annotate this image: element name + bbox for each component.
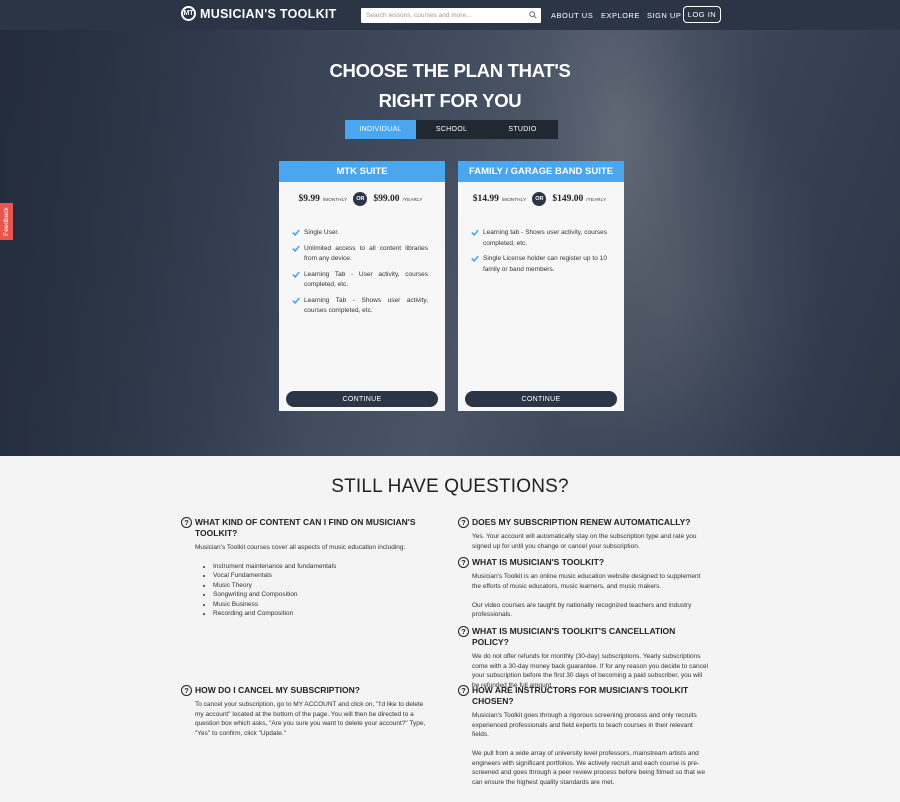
faq-answer: To cancel your subscription, go to MY AC… [195, 701, 426, 737]
login-button[interactable]: LOG IN [683, 6, 721, 23]
faq-item-renew: ? DOES MY SUBSCRIPTION RENEW AUTOMATICALL… [458, 517, 708, 551]
check-icon [292, 297, 300, 304]
question-icon: ? [458, 626, 469, 637]
feature-item: Single License holder can register up to… [471, 254, 607, 275]
feature-item: Learning Tab - User activity, courses co… [292, 270, 428, 291]
nav-link-explore[interactable]: EXPLORE [601, 11, 640, 20]
check-icon [292, 245, 300, 252]
plan-card-family-garage-band-suite: FAMILY / GARAGE BAND SUITE $14.99 /MONTH… [458, 161, 624, 411]
question-icon: ? [458, 685, 469, 696]
yearly-label: /YEARLY [402, 196, 423, 202]
logo[interactable]: MT MUSICIAN'S TOOLKIT [181, 6, 337, 21]
list-item: Recording and Composition [213, 609, 431, 619]
price-row: $9.99 /MONTHLY OR $99.00 /YEARLY [279, 192, 445, 206]
check-icon [471, 255, 479, 262]
feature-list: Single User. Unlimited access to all con… [292, 228, 428, 322]
feature-item: Unlimited access to all content librarie… [292, 244, 428, 265]
plan-card-mtk-suite: MTK SUITE $9.99 /MONTHLY OR $99.00 /YEAR… [279, 161, 445, 411]
search-box [361, 8, 541, 23]
content-topic-list: Instrument maintenance and fundamentals … [195, 562, 431, 619]
list-item: Songwriting and Composition [213, 590, 431, 600]
faq-question: ? HOW DO I CANCEL MY SUBSCRIPTION? [181, 685, 431, 696]
list-item: Music Business [213, 600, 431, 610]
faq-question: ? HOW ARE INSTRUCTORS FOR MUSICIAN'S TOOL… [458, 685, 708, 707]
search-icon[interactable] [529, 11, 537, 19]
logo-text: MUSICIAN'S TOOLKIT [200, 6, 337, 21]
faq-item-content: ? WHAT KIND OF CONTENT CAN I FIND ON MUSI… [181, 517, 431, 619]
search-input[interactable] [361, 8, 525, 23]
list-item: Music Theory [213, 581, 431, 591]
plan-name: FAMILY / GARAGE BAND SUITE [458, 161, 624, 182]
check-icon [471, 229, 479, 236]
list-item: Instrument maintenance and fundamentals [213, 562, 431, 572]
check-icon [292, 229, 300, 236]
plan-tabs: INDIVIDUAL SCHOOL STUDIO [345, 120, 558, 139]
monthly-price: $9.99 [298, 194, 320, 204]
faq-item-what-is: ? WHAT IS MUSICIAN'S TOOLKIT? Musician's … [458, 557, 708, 620]
faq-item-cancel: ? HOW DO I CANCEL MY SUBSCRIPTION? To can… [181, 685, 431, 738]
faq-question: ? WHAT IS MUSICIAN'S TOOLKIT? [458, 557, 708, 568]
hero-title: CHOOSE THE PLAN THAT'S RIGHT FOR YOU [329, 60, 571, 111]
faq-question: ? WHAT IS MUSICIAN'S TOOLKIT'S CANCELLATI… [458, 626, 708, 648]
nav-link-about-us[interactable]: ABOUT US [551, 11, 593, 20]
price-row: $14.99 /MONTHLY OR $149.00 /YEARLY [458, 192, 624, 206]
plan-name: MTK SUITE [279, 161, 445, 182]
tab-school[interactable]: SCHOOL [416, 120, 487, 139]
monthly-label: /MONTHLY [501, 196, 527, 202]
feature-list: Learning tab - Shows user activity, cour… [471, 228, 607, 280]
feedback-tab[interactable]: Feedback [0, 203, 13, 240]
monthly-price: $14.99 [472, 194, 499, 204]
question-icon: ? [181, 517, 192, 528]
feature-item: Learning Tab - Shows user activity, cour… [292, 296, 428, 317]
faq-item-cancellation-policy: ? WHAT IS MUSICIAN'S TOOLKIT'S CANCELLATI… [458, 626, 708, 690]
list-item: Vocal Fundamentals [213, 571, 431, 581]
check-icon [292, 271, 300, 278]
continue-button[interactable]: CONTINUE [286, 391, 438, 407]
question-icon: ? [458, 557, 469, 568]
or-badge: OR [532, 192, 547, 206]
continue-button[interactable]: CONTINUE [465, 391, 617, 407]
hero-section: CHOOSE THE PLAN THAT'S RIGHT FOR YOU IND… [0, 0, 900, 456]
tab-studio[interactable]: STUDIO [487, 120, 558, 139]
faq-answer: Musician's Toolkit courses cover all asp… [181, 543, 431, 619]
tab-individual[interactable]: INDIVIDUAL [345, 120, 416, 139]
faq-question: ? DOES MY SUBSCRIPTION RENEW AUTOMATICALL… [458, 517, 708, 528]
yearly-price: $99.00 [373, 194, 400, 204]
monthly-label: /MONTHLY [322, 196, 348, 202]
top-nav: MT MUSICIAN'S TOOLKIT ABOUT US EXPLORE S… [0, 0, 900, 30]
faq-item-instructors: ? HOW ARE INSTRUCTORS FOR MUSICIAN'S TOOL… [458, 685, 708, 787]
logo-icon: MT [181, 6, 196, 21]
faq-answer: Musician's Toolkit goes through a rigoro… [472, 712, 706, 786]
or-badge: OR [353, 192, 368, 206]
faq-answer: Yes. Your account will automatically sta… [472, 533, 697, 550]
yearly-label: /YEARLY [586, 196, 607, 202]
faq-question: ? WHAT KIND OF CONTENT CAN I FIND ON MUSI… [181, 517, 431, 539]
yearly-price: $149.00 [552, 194, 584, 204]
faq-answer: Musician's Toolkit is an online music ed… [472, 573, 701, 618]
feature-item: Single User. [292, 228, 428, 239]
nav-link-sign-up[interactable]: SIGN UP [647, 11, 681, 20]
feature-item: Learning tab - Shows user activity, cour… [471, 228, 607, 249]
question-icon: ? [181, 685, 192, 696]
faq-title: STILL HAVE QUESTIONS? [331, 476, 569, 497]
question-icon: ? [458, 517, 469, 528]
